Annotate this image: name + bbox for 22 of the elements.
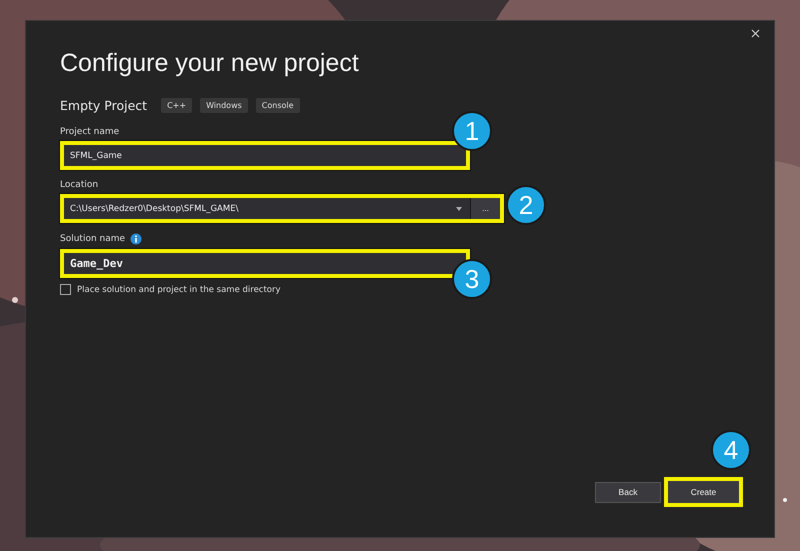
tag: Console bbox=[256, 98, 300, 113]
checkbox[interactable] bbox=[60, 284, 71, 295]
template-name: Empty Project bbox=[60, 98, 148, 113]
create-button[interactable]: Create bbox=[664, 477, 743, 507]
callout-badge: 2 bbox=[506, 185, 546, 225]
back-button[interactable]: Back bbox=[595, 482, 661, 502]
callout-badge: 3 bbox=[452, 259, 492, 299]
field-label: Location bbox=[60, 180, 98, 190]
callout-badge: 4 bbox=[711, 430, 751, 470]
callout-badge: 1 bbox=[452, 111, 492, 151]
location-combo[interactable]: C:\Users\Redzer0\Desktop\SFML_GAME\ ... bbox=[60, 194, 504, 223]
field-label: Project name bbox=[60, 127, 120, 137]
close-icon[interactable] bbox=[751, 29, 760, 38]
caret-icon[interactable] bbox=[456, 206, 462, 210]
field-label: Solution name bbox=[60, 234, 126, 244]
dialog-title: Configure your new project bbox=[60, 49, 360, 78]
checkbox-label: Place solution and project in the same directory bbox=[77, 284, 281, 294]
tag: C++ bbox=[161, 98, 192, 113]
input-field[interactable]: SFML_Game bbox=[60, 141, 470, 170]
tag: Windows bbox=[200, 98, 248, 113]
browse-button[interactable]: ... bbox=[470, 198, 500, 219]
info-icon[interactable] bbox=[130, 233, 142, 245]
